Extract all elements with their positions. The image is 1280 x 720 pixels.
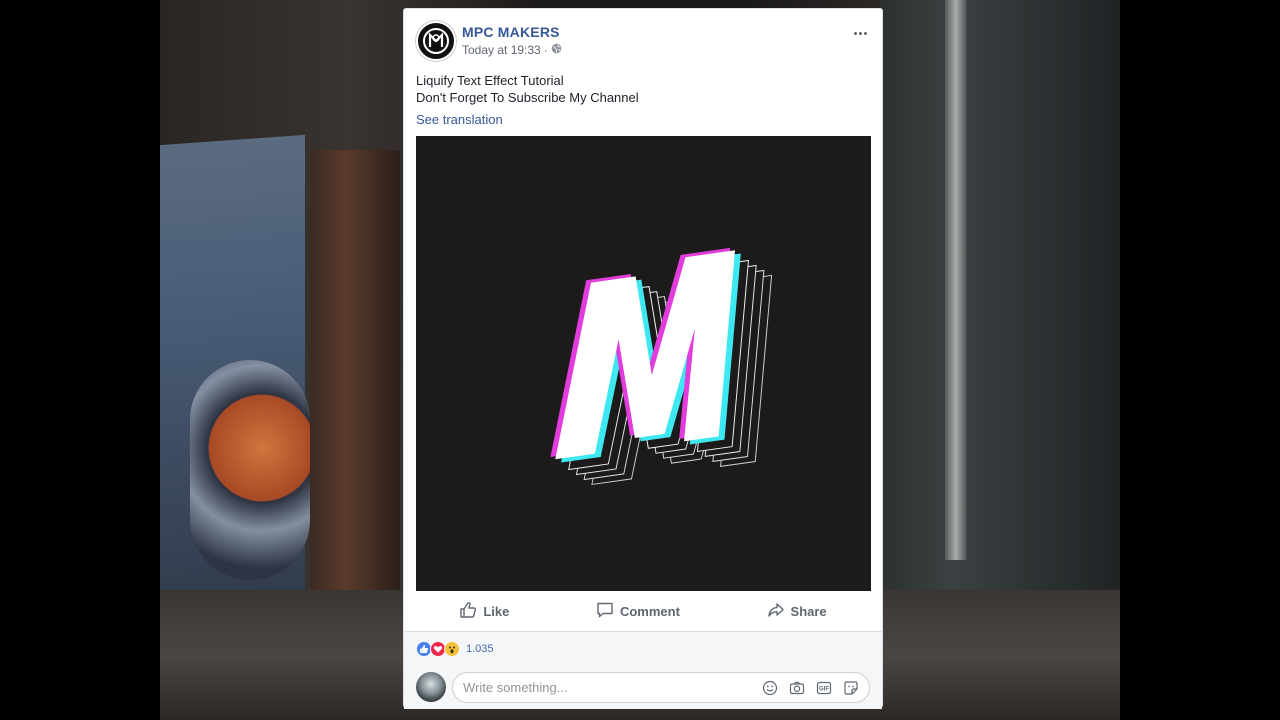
post-timestamp[interactable]: Today at 19:33 <box>462 43 541 57</box>
globe-icon[interactable] <box>551 43 562 57</box>
comment-icon <box>596 601 614 622</box>
post-actions: Like Comment Share <box>416 594 870 628</box>
like-label: Like <box>483 603 510 619</box>
post-meta: Today at 19:33 · <box>462 43 562 57</box>
reactions-summary[interactable]: 1.035 <box>416 641 494 657</box>
share-icon <box>767 601 785 622</box>
gif-icon[interactable]: GIF <box>815 679 832 696</box>
post-image[interactable] <box>416 136 871 591</box>
svg-text:GIF: GIF <box>819 686 829 692</box>
post-text: Liquify Text Effect Tutorial Don't Forge… <box>416 72 639 106</box>
reactions-comment-area: 1.035 GIF <box>404 631 882 709</box>
liquify-m-letter-graphic <box>550 247 773 486</box>
see-translation-link[interactable]: See translation <box>416 112 503 127</box>
comment-input[interactable] <box>463 680 761 695</box>
comment-input-icons: GIF <box>761 679 859 696</box>
wow-reaction-icon <box>444 641 460 657</box>
page-name[interactable]: MPC MAKERS <box>462 24 560 40</box>
post-text-line-2: Don't Forget To Subscribe My Channel <box>416 90 639 105</box>
graffiti-art <box>190 360 310 580</box>
user-avatar[interactable] <box>416 672 446 702</box>
comment-label: Comment <box>619 603 680 619</box>
more-icon[interactable] <box>850 27 870 39</box>
post-header: MPC MAKERS Today at 19:33 · <box>416 21 870 61</box>
comment-composer: GIF <box>416 672 870 704</box>
share-button[interactable]: Share <box>767 601 827 622</box>
camera-icon[interactable] <box>788 679 805 696</box>
like-button[interactable]: Like <box>459 601 509 622</box>
emoji-icon[interactable] <box>761 679 778 696</box>
like-icon <box>459 601 477 622</box>
reaction-count[interactable]: 1.035 <box>466 643 494 655</box>
post-text-line-1: Liquify Text Effect Tutorial <box>416 73 564 88</box>
drain-pipe <box>945 0 967 560</box>
meta-separator: · <box>543 43 548 57</box>
share-label: Share <box>790 603 827 619</box>
page-logo-icon <box>423 28 449 54</box>
page-avatar[interactable] <box>416 21 456 61</box>
comment-button[interactable]: Comment <box>596 601 680 622</box>
comment-input-box[interactable]: GIF <box>452 672 870 703</box>
alley-door <box>310 150 400 590</box>
sticker-icon[interactable] <box>842 679 859 696</box>
facebook-post-card: MPC MAKERS Today at 19:33 · Liquify Text… <box>403 8 883 709</box>
